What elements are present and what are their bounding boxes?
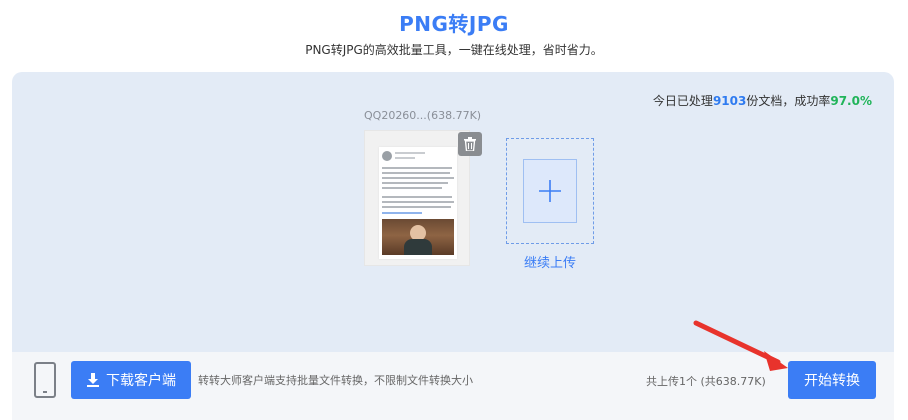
continue-upload-dropzone[interactable] <box>506 138 594 244</box>
continue-upload-label[interactable]: 继续上传 <box>506 252 594 271</box>
stats-middle: 份文档，成功率 <box>746 94 831 108</box>
document-photo <box>382 219 454 255</box>
phone-icon <box>34 362 56 398</box>
start-conversion-button[interactable]: 开始转换 <box>788 361 876 399</box>
pointer-arrow-icon <box>693 320 788 371</box>
plus-icon <box>539 180 561 202</box>
delete-file-button[interactable] <box>458 132 482 156</box>
upload-summary: 共上传1个 (共638.77K) <box>646 375 766 388</box>
download-client-button[interactable]: 下载客户端 <box>71 361 191 399</box>
file-thumbnail[interactable] <box>364 130 470 266</box>
processed-count: 9103 <box>712 94 747 108</box>
client-promo-text: 转转大师客户端支持批量文件转换，不限制文件转换大小 <box>198 374 473 387</box>
avatar <box>382 151 392 161</box>
document-preview <box>379 147 457 259</box>
file-name-label: QQ20260...(638.77K) <box>364 109 482 122</box>
add-file-button[interactable] <box>523 159 577 223</box>
success-rate: 97.0% <box>830 94 872 108</box>
page-subtitle: PNG转JPG的高效批量工具，一键在线处理，省时省力。 <box>305 43 603 57</box>
page-title: PNG转JPG <box>399 12 509 36</box>
daily-stats: 今日已处理9103份文档，成功率97.0% <box>653 92 872 109</box>
download-client-label: 下载客户端 <box>106 373 176 389</box>
download-icon <box>87 373 99 387</box>
stats-prefix: 今日已处理 <box>652 94 713 108</box>
trash-icon <box>464 137 476 151</box>
